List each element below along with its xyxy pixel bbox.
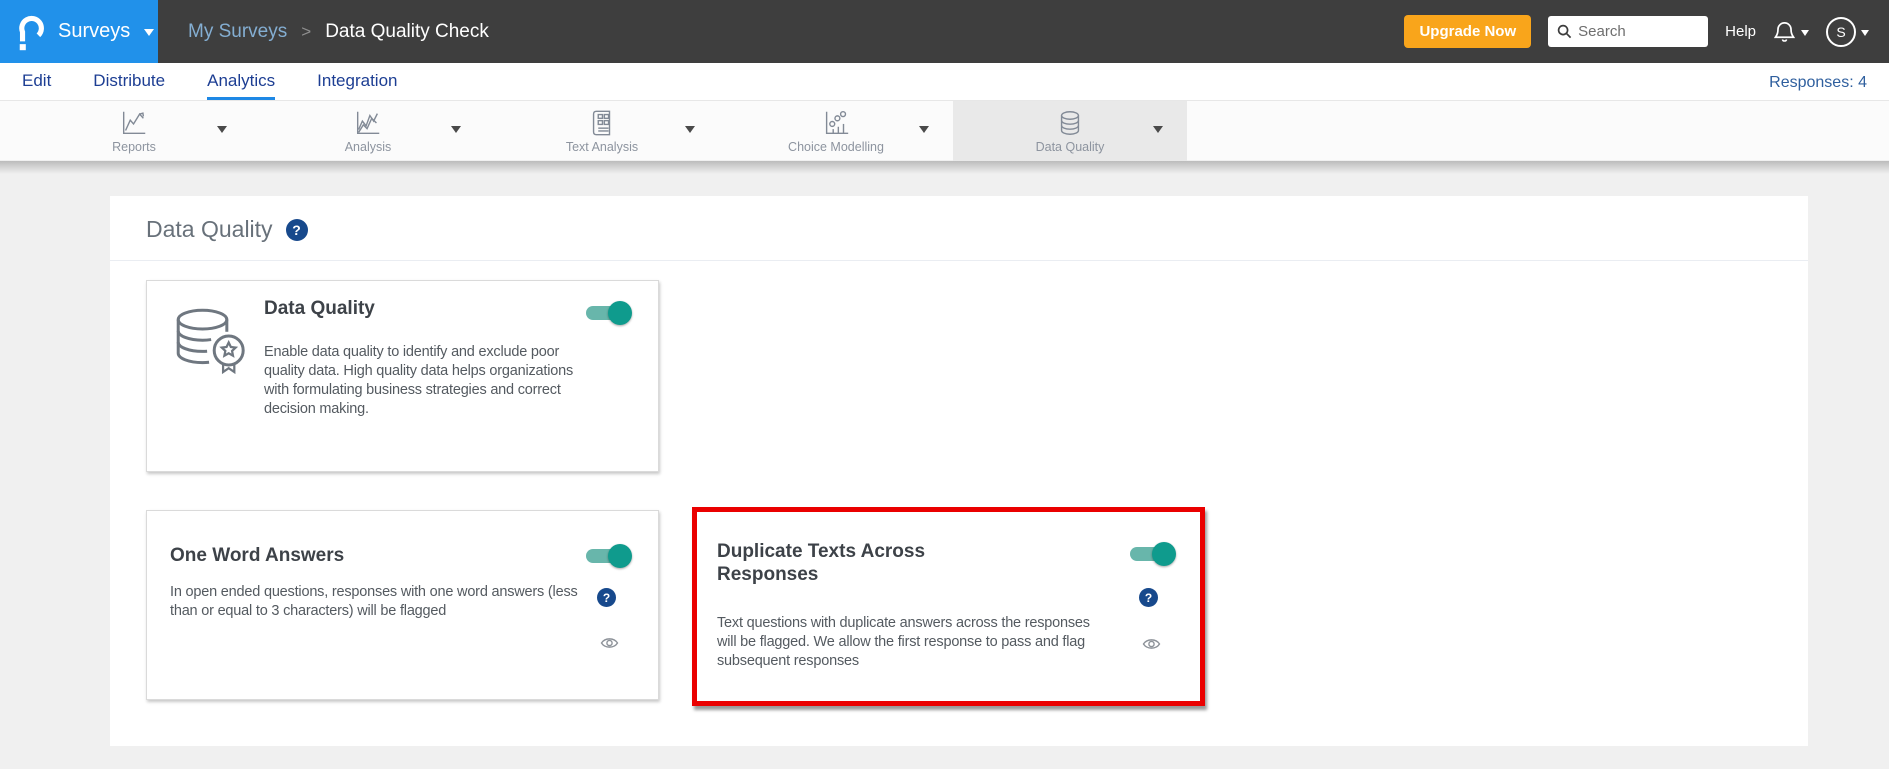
nav-item-distribute[interactable]: Distribute [93, 63, 165, 100]
tab-label: Text Analysis [565, 140, 639, 154]
responses-count[interactable]: Responses: 4 [1769, 63, 1867, 100]
topbar-actions: Upgrade Now Help S [1404, 15, 1889, 48]
app-window: Surveys My Surveys > Data Quality Check … [0, 0, 1889, 769]
help-link[interactable]: Help [1725, 23, 1756, 40]
notifications-menu[interactable] [1773, 19, 1809, 45]
tab-reports[interactable]: Reports [17, 101, 251, 161]
help-circle-icon[interactable]: ? [1139, 588, 1158, 607]
analysis-chart-icon [356, 111, 380, 135]
breadcrumb-my-surveys[interactable]: My Surveys [188, 21, 287, 43]
tab-analysis[interactable]: Analysis [251, 101, 485, 161]
toggle-knob [1152, 542, 1176, 566]
one-word-answers-card: One Word Answers In open ended questions… [146, 510, 659, 700]
toggle-knob [608, 544, 632, 568]
choice-modelling-icon [825, 110, 849, 135]
toggle-knob [608, 301, 632, 325]
chevron-down-icon[interactable] [144, 28, 155, 41]
tab-label: Analysis [344, 140, 392, 154]
questionpro-logo [19, 15, 44, 50]
chevron-down-icon[interactable] [919, 126, 929, 138]
eye-preview-icon[interactable] [1141, 636, 1162, 657]
breadcrumb: My Surveys > Data Quality Check [188, 21, 489, 43]
data-quality-panel: Data Quality ? Data Quality Enable data … [110, 196, 1808, 746]
eye-preview-icon[interactable] [599, 635, 620, 656]
panel-header: Data Quality ? [110, 196, 1808, 261]
data-quality-card: Data Quality Enable data quality to iden… [146, 280, 659, 472]
tab-label: Choice Modelling [788, 140, 884, 154]
chevron-down-icon [1801, 29, 1809, 40]
card-description: In open ended questions, responses with … [170, 584, 578, 619]
upgrade-now-button[interactable]: Upgrade Now [1404, 15, 1532, 48]
tab-data-quality[interactable]: Data Quality [953, 101, 1187, 161]
breadcrumb-separator: > [301, 21, 312, 41]
chevron-down-icon [1861, 29, 1869, 40]
top-bar: Surveys My Surveys > Data Quality Check … [0, 0, 1889, 63]
nav-item-edit[interactable]: Edit [22, 63, 51, 100]
tab-label: Data Quality [1035, 140, 1105, 154]
card-title: One Word Answers [170, 545, 345, 566]
avatar: S [1826, 16, 1856, 47]
chevron-down-icon[interactable] [1153, 126, 1163, 138]
tab-strip-shadow [0, 161, 1889, 174]
help-circle-icon[interactable]: ? [597, 588, 616, 607]
bell-icon [1773, 21, 1796, 42]
product-menu[interactable]: Surveys [0, 0, 158, 63]
survey-nav: Edit Distribute Analytics Integration Re… [0, 63, 1889, 100]
search-icon [1557, 24, 1572, 39]
data-quality-toggle[interactable] [586, 301, 632, 325]
chevron-down-icon[interactable] [451, 126, 461, 138]
duplicate-texts-toggle[interactable] [1130, 542, 1176, 566]
card-description: Text questions with duplicate answers ac… [717, 615, 1090, 669]
duplicate-texts-card-highlighted: Duplicate Texts Across Responses ? Text … [692, 507, 1205, 706]
tabs: Reports Analysis Text Analysis Choice Mo… [17, 101, 1187, 161]
page-title: Data Quality Check [325, 20, 489, 42]
account-menu[interactable]: S [1826, 16, 1869, 47]
card-title: Data Quality [264, 298, 375, 319]
nav-item-integration[interactable]: Integration [317, 63, 397, 100]
text-analysis-icon [592, 110, 611, 136]
tab-label: Reports [112, 140, 156, 154]
one-word-answers-toggle[interactable] [586, 544, 632, 568]
card-title: Duplicate Texts Across Responses [717, 541, 926, 585]
search-input[interactable] [1578, 23, 1689, 40]
tab-text-analysis[interactable]: Text Analysis [485, 101, 719, 161]
reports-chart-icon [122, 111, 146, 135]
chevron-down-icon[interactable] [217, 126, 227, 138]
data-quality-icon [1060, 111, 1080, 135]
card-description: Enable data quality to identify and excl… [264, 344, 574, 417]
section-title: Data Quality [146, 216, 273, 242]
tab-choice-modelling[interactable]: Choice Modelling [719, 101, 953, 161]
help-circle-icon[interactable]: ? [285, 218, 308, 241]
chevron-down-icon[interactable] [685, 126, 695, 138]
analytics-tab-strip: Reports Analysis Text Analysis Choice Mo… [0, 100, 1889, 161]
search-box[interactable] [1548, 16, 1709, 47]
product-name: Surveys [58, 20, 131, 42]
nav-item-analytics[interactable]: Analytics [207, 63, 276, 100]
database-badge-icon [176, 308, 245, 375]
